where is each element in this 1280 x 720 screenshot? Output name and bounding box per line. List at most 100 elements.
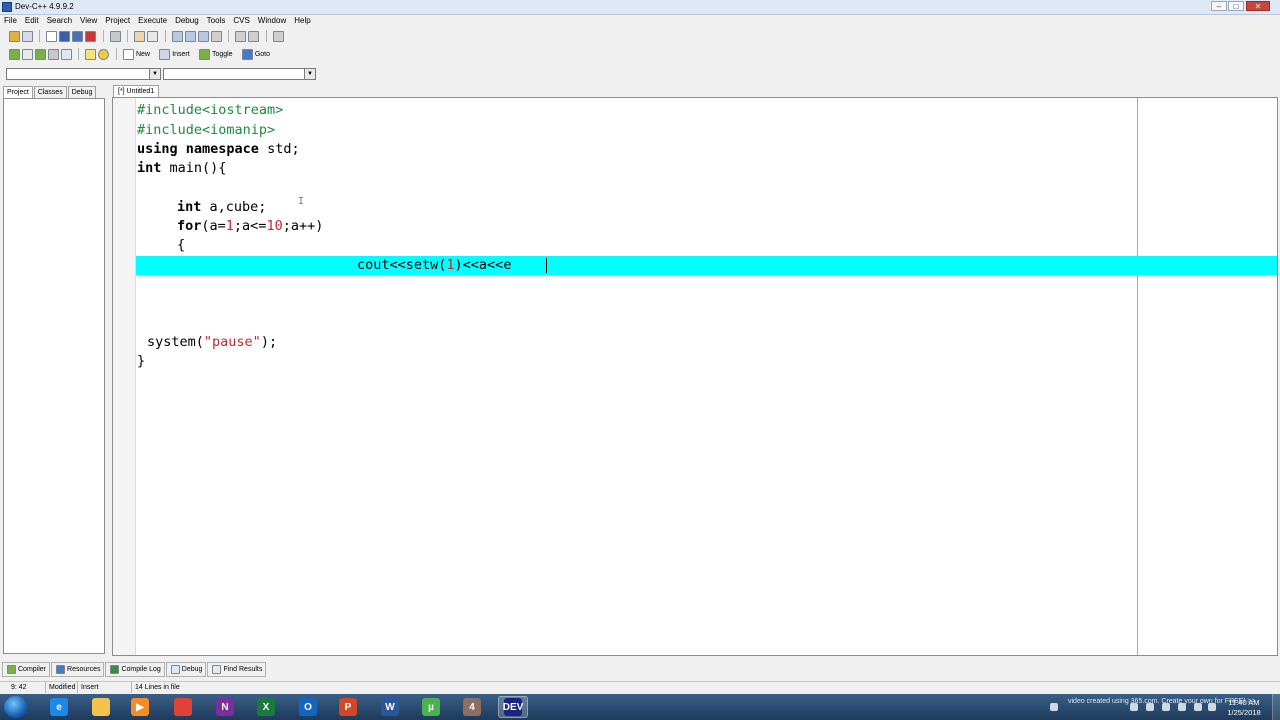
tray-bluetooth-icon[interactable] — [1146, 703, 1154, 711]
minimize-button[interactable]: – — [1211, 1, 1227, 11]
code-line-6[interactable]: int a,cube; — [177, 198, 266, 217]
tab-debug-output[interactable]: Debug — [165, 662, 207, 677]
window-title: Dev-C++ 4.9.9.2 — [15, 2, 74, 11]
find-next-icon[interactable] — [197, 30, 209, 42]
taskbar-dev-cpp-button[interactable]: DEV — [498, 696, 528, 718]
reopen-icon[interactable] — [22, 30, 33, 42]
toggle-view-icon[interactable] — [272, 30, 284, 42]
taskbar-onenote-button[interactable]: N — [210, 696, 240, 718]
menu-file[interactable]: File — [0, 15, 21, 27]
right-margin-line — [1137, 98, 1138, 655]
save-all-icon[interactable] — [72, 30, 84, 42]
code-line-13[interactable]: } — [137, 352, 145, 371]
menu-debug[interactable]: Debug — [171, 15, 203, 27]
compile-icon[interactable] — [9, 48, 20, 60]
code-line-2[interactable]: #include<iomanip> — [137, 121, 275, 140]
tray-wifi-icon[interactable] — [1194, 703, 1202, 711]
taskbar-media-player-button[interactable]: ▶ — [125, 696, 155, 718]
clock-date[interactable]: 1/25/2018 — [1224, 708, 1264, 717]
toggle-icon — [198, 48, 210, 60]
word-icon: W — [381, 698, 399, 716]
code-line-3[interactable]: using namespace std; — [137, 140, 300, 159]
code-line-4[interactable]: int main(){ — [137, 159, 226, 178]
taskbar-powerpoint-button[interactable]: P — [333, 696, 363, 718]
taskbar-photo-app-button[interactable]: 4 — [457, 696, 487, 718]
menu-project[interactable]: Project — [101, 15, 134, 27]
menu-cvs[interactable]: CVS — [229, 15, 253, 27]
save-icon[interactable] — [59, 30, 71, 42]
tab-debug[interactable]: Debug — [67, 86, 97, 98]
code-text: ;a++) — [282, 218, 324, 234]
tray-flag-icon[interactable] — [1162, 703, 1170, 711]
member-combo[interactable]: ▼ — [163, 68, 316, 80]
menu-view[interactable]: View — [76, 15, 101, 27]
toggle-bookmark-button[interactable]: Toggle — [198, 48, 233, 60]
insert-label: Insert — [172, 50, 190, 58]
clock-time[interactable]: 11:40 AM — [1224, 698, 1264, 707]
taskbar-utorrent-button[interactable]: µ — [416, 696, 446, 718]
check-icon[interactable] — [61, 48, 72, 60]
help-icon[interactable] — [85, 48, 97, 60]
code-editor[interactable] — [112, 97, 1278, 656]
tab-project[interactable]: Project — [3, 86, 33, 98]
toolbar-separator — [164, 30, 166, 42]
goto-bookmark-button[interactable]: Goto — [241, 48, 270, 60]
start-button[interactable] — [4, 696, 28, 718]
code-line-9[interactable]: cout<<setw(1)<<a<<e — [357, 256, 511, 275]
chevron-down-icon[interactable]: ▼ — [149, 69, 160, 79]
class-combo[interactable]: ▼ — [6, 68, 161, 80]
taskbar-file-explorer-button[interactable] — [86, 696, 116, 718]
code-text: system( — [147, 334, 204, 350]
toolbar-separator — [39, 30, 41, 42]
menu-help[interactable]: Help — [290, 15, 314, 27]
menu-edit[interactable]: Edit — [21, 15, 43, 27]
code-text: ); — [260, 334, 278, 350]
replace-icon[interactable] — [184, 30, 196, 42]
main-toolbar — [0, 30, 1280, 45]
open-project-icon[interactable] — [9, 30, 20, 42]
about-icon[interactable] — [98, 48, 110, 60]
taskbar-internet-explorer-button[interactable]: e — [44, 696, 74, 718]
tab-compile-log[interactable]: Compile Log — [105, 662, 165, 677]
back-icon[interactable] — [235, 30, 247, 42]
close-file-icon[interactable] — [85, 30, 97, 42]
menu-search[interactable]: Search — [43, 15, 76, 27]
chevron-down-icon[interactable]: ▼ — [304, 69, 315, 79]
tray-volume-icon[interactable] — [1178, 703, 1186, 711]
new-file-icon[interactable] — [46, 30, 58, 42]
insert-button[interactable]: Insert — [158, 48, 190, 60]
run-icon[interactable] — [22, 48, 33, 60]
rebuild-icon[interactable] — [48, 48, 59, 60]
code-line-1[interactable]: #include<iostream> — [137, 101, 283, 120]
tab-find-results[interactable]: Find Results — [207, 662, 267, 677]
code-line-7[interactable]: for(a=1;a<=10;a++) — [177, 217, 323, 236]
tray-network-icon[interactable] — [1130, 703, 1138, 711]
tray-up-arrow-icon[interactable] — [1050, 703, 1058, 711]
menu-window[interactable]: Window — [254, 15, 290, 27]
undo-icon[interactable] — [134, 30, 146, 42]
goto-line-icon[interactable] — [210, 30, 222, 42]
show-desktop-button[interactable] — [1272, 694, 1280, 720]
taskbar-excel-button[interactable]: X — [251, 696, 281, 718]
compile-run-icon[interactable] — [35, 48, 46, 60]
code-line-12[interactable]: system("pause"); — [147, 333, 277, 352]
taskbar-chrome-button[interactable] — [168, 696, 198, 718]
new-class-button[interactable]: New — [122, 48, 150, 60]
close-button[interactable]: ✕ — [1246, 1, 1270, 11]
tab-classes[interactable]: Classes — [33, 86, 67, 98]
code-line-8[interactable]: { — [177, 236, 185, 255]
forward-icon[interactable] — [248, 30, 260, 42]
taskbar-word-button[interactable]: W — [375, 696, 405, 718]
print-icon[interactable] — [109, 30, 121, 42]
redo-icon[interactable] — [147, 30, 159, 42]
tray-battery-icon[interactable] — [1208, 703, 1216, 711]
taskbar-outlook-button[interactable]: O — [293, 696, 323, 718]
menu-execute[interactable]: Execute — [134, 15, 171, 27]
maximize-button[interactable]: □ — [1228, 1, 1244, 11]
find-icon[interactable] — [171, 30, 183, 42]
menu-tools[interactable]: Tools — [203, 15, 230, 27]
tab-resources[interactable]: Resources — [51, 662, 105, 677]
project-panel[interactable] — [3, 98, 105, 654]
tab-compiler[interactable]: Compiler — [2, 662, 51, 677]
tab-label: Compile Log — [121, 666, 161, 673]
